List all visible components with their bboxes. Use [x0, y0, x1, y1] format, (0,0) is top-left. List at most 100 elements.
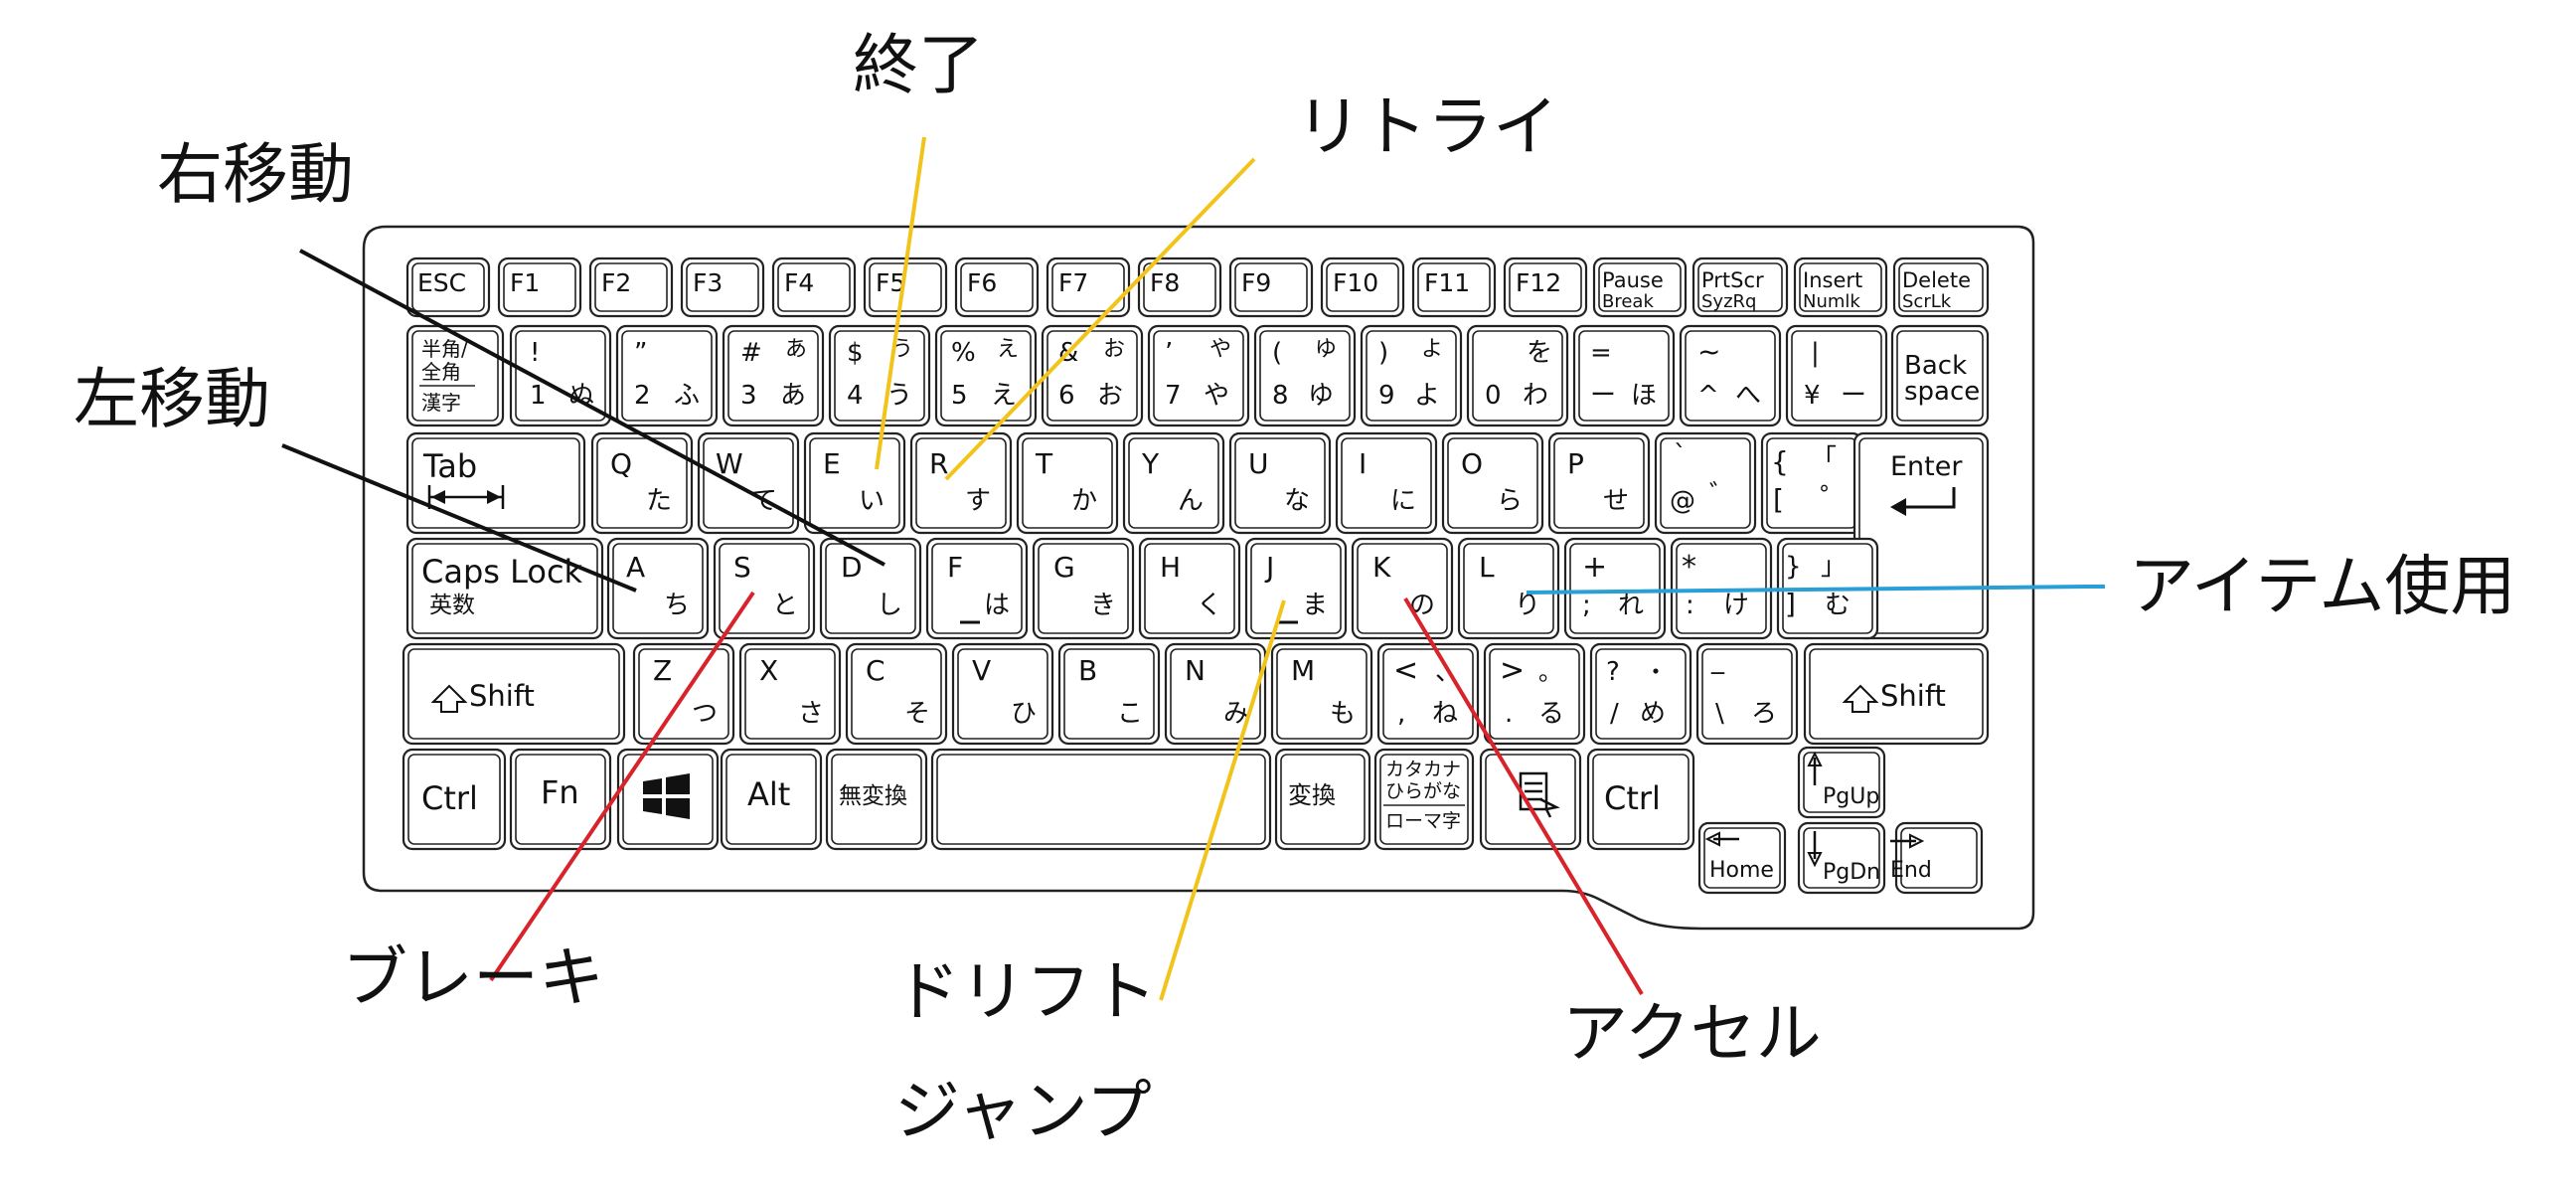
key-label: Shift [469, 679, 535, 713]
key-label: _ [1710, 645, 1725, 675]
key-label: ー [1590, 381, 1616, 411]
key-label: あ [780, 381, 806, 411]
key-label: に [1390, 486, 1416, 516]
key-label: D [841, 551, 863, 584]
key-label: 4 [847, 381, 864, 411]
key-label: F9 [1241, 268, 1271, 297]
key-label: ゆ [1308, 381, 1334, 411]
key-label: F2 [601, 268, 631, 297]
key-label: % [951, 338, 976, 368]
key-label: J [1264, 551, 1274, 584]
key-label: P [1567, 447, 1584, 480]
key-label: Insert [1803, 268, 1862, 292]
key-label: C [866, 654, 886, 687]
key-label: A [626, 551, 645, 584]
key-label: @ [1670, 486, 1695, 516]
key-label: = [1590, 338, 1612, 368]
key-label: / [1610, 699, 1619, 729]
key-label: PgUp [1823, 784, 1879, 809]
annotation-end: 終了 [853, 27, 984, 103]
key-label: ね [1432, 699, 1458, 729]
key-label: 2 [634, 381, 651, 411]
key-label: ` [1674, 440, 1687, 470]
key-label: ScrLk [1902, 291, 1952, 312]
key-label: ; [1582, 591, 1591, 620]
key-label: R [929, 447, 948, 480]
key-label: Tab [422, 447, 477, 485]
key-label: Alt [747, 775, 790, 813]
key-label: F [947, 551, 963, 584]
key-label: た [646, 486, 672, 516]
key-label: か [1071, 486, 1097, 516]
key-label: ? [1606, 657, 1620, 687]
key-label: を [1527, 338, 1552, 368]
key-label: F10 [1333, 268, 1378, 297]
key-label: I [1359, 447, 1367, 480]
annotation-accel: アクセル [1562, 995, 1822, 1072]
key-label: SyzRq [1701, 291, 1756, 312]
leader-line-retry [944, 157, 1256, 481]
key-label: T [1035, 447, 1053, 480]
key-label: Numlk [1803, 291, 1860, 312]
key-label: お [1097, 381, 1123, 411]
key-label: ¥ [1804, 381, 1821, 411]
key-label: や [1209, 337, 1231, 362]
key-label: わ [1523, 381, 1548, 411]
key-label: G [1053, 551, 1075, 584]
key-label: End [1890, 858, 1932, 883]
key-label: 」 [1821, 552, 1847, 582]
key-label: Delete [1902, 268, 1971, 292]
key-label: Ctrl [421, 779, 478, 817]
key-label: Home [1709, 858, 1774, 883]
key-label: れ [1618, 591, 1644, 620]
key-label: ~ [1697, 335, 1720, 368]
key-label: $ [847, 338, 864, 368]
key-qrow-7-face [1341, 437, 1432, 529]
key-label: ひ [1011, 699, 1037, 729]
key-label: + [1582, 550, 1607, 585]
annotation-use-item: アイテム使用 [2129, 548, 2515, 624]
key-label: U [1248, 447, 1269, 480]
key-label: N [1185, 654, 1206, 687]
key-label: ろ [1751, 699, 1777, 729]
key-label: ら [1497, 486, 1523, 516]
key-label: ゛ [1709, 480, 1735, 510]
key-label: H [1160, 551, 1181, 584]
key-label: 8 [1272, 381, 1289, 411]
key-label: V [972, 654, 991, 687]
key-label: ° [1819, 482, 1830, 507]
key-label: X [759, 654, 778, 687]
key-label: F1 [510, 268, 540, 297]
keyboard-svg: ESC F1 F2 F3 F4 F5 F6 F7 F8 F9 F10 F11 F… [74, 27, 2515, 1149]
key-label: space [1904, 377, 1980, 407]
key-label: > [1500, 653, 1525, 688]
key-label: ( [1272, 338, 1282, 368]
key-space-face [936, 754, 1266, 845]
key-label: し [877, 591, 902, 620]
key-label: い [859, 486, 885, 516]
key-label: の [1409, 591, 1435, 620]
key-label: り [1515, 591, 1540, 620]
key-label: ^ [1697, 381, 1719, 411]
key-label: む [1825, 591, 1851, 620]
key-label: F11 [1424, 268, 1470, 297]
key-label: ほ [1631, 381, 1657, 411]
key-label: へ [1735, 381, 1761, 411]
key-label: ゆ [1315, 337, 1337, 362]
key-label: あ [785, 337, 807, 362]
key-label: F3 [693, 268, 723, 297]
key-label: 変換 [1288, 781, 1336, 809]
annotation-retry: リトライ [1296, 88, 1558, 165]
key-label: は [984, 591, 1010, 620]
key-label: Enter [1890, 451, 1963, 482]
key-label: E [823, 447, 841, 480]
key-label: そ [904, 699, 930, 729]
key-label: せ [1603, 486, 1629, 516]
annotation-move-right: 右移動 [157, 136, 354, 213]
key-label: ひらがな [1385, 780, 1461, 802]
annotation-move-left: 左移動 [74, 361, 270, 437]
key-label: , [1397, 699, 1405, 729]
key-label: . [1505, 699, 1513, 729]
key-label: < [1393, 653, 1418, 688]
key-label: : [1686, 591, 1694, 620]
